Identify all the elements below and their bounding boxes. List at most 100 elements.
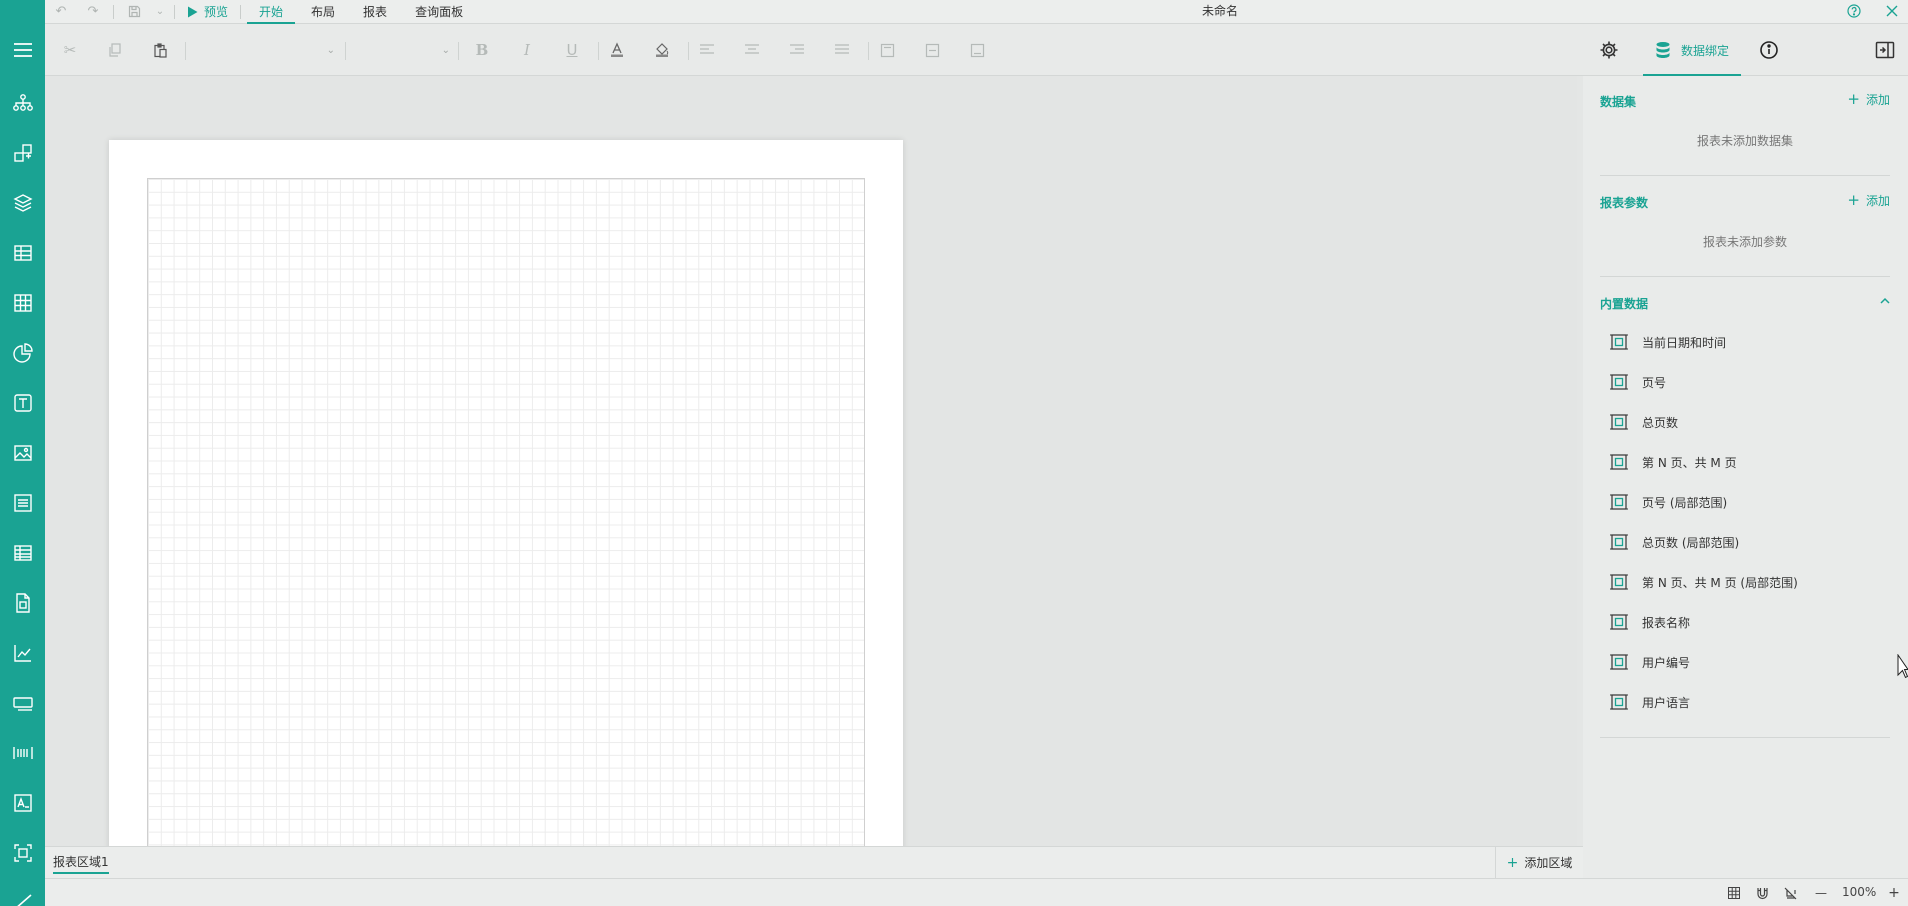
barcode-icon[interactable] <box>0 733 45 773</box>
report-area-bar: 报表区域1 + 添加区域 <box>45 846 1583 878</box>
components-icon[interactable] <box>0 133 45 173</box>
copy-icon[interactable] <box>103 38 127 62</box>
text-icon[interactable] <box>0 383 45 423</box>
builtin-item[interactable]: 当前日期和时间 <box>1610 332 1726 352</box>
builtin-data-title: 内置数据 <box>1600 297 1649 311</box>
builtin-item-label: 第 N 页、共 M 页 <box>1642 455 1737 470</box>
builtin-item[interactable]: 页号 <box>1610 372 1666 392</box>
line-icon[interactable] <box>0 880 45 906</box>
subreport-icon[interactable] <box>0 583 45 623</box>
add-parameter-label: 添加 <box>1865 193 1890 208</box>
zoom-in-icon[interactable]: + <box>1885 885 1903 901</box>
builtin-item[interactable]: 用户编号 <box>1610 652 1690 672</box>
font-family-select[interactable]: ⌄ <box>195 38 335 62</box>
cut-icon[interactable]: ✂ <box>58 38 82 62</box>
italic-icon[interactable]: I <box>515 38 539 62</box>
valign-top-icon[interactable] <box>875 38 899 62</box>
align-justify-icon[interactable] <box>830 38 854 62</box>
list-icon[interactable] <box>0 483 45 523</box>
builtin-item[interactable]: 用户语言 <box>1610 692 1690 712</box>
chevron-down-icon[interactable]: ⌄ <box>150 0 170 24</box>
align-center-icon[interactable] <box>740 38 764 62</box>
report-page[interactable] <box>109 140 903 846</box>
fill-color-icon[interactable] <box>650 38 674 62</box>
collapse-panel-icon[interactable] <box>1873 38 1897 62</box>
redo-icon[interactable]: ↷ <box>77 0 109 24</box>
add-dataset-button[interactable]: + 添加 <box>1847 90 1890 108</box>
image-icon[interactable] <box>0 433 45 473</box>
paste-icon[interactable] <box>148 38 172 62</box>
line-chart-icon[interactable] <box>0 633 45 673</box>
menu-bar: ↶ ↷ ⌄ 预览 开始 布局 报表 查询面板 未命名 <box>45 0 1908 24</box>
undo-icon[interactable]: ↶ <box>45 0 77 24</box>
align-right-icon[interactable] <box>785 38 809 62</box>
tab-layout[interactable]: 布局 <box>297 0 349 24</box>
parameters-empty-text: 报表未添加参数 <box>1702 235 1787 249</box>
tab-start[interactable]: 开始 <box>245 0 297 24</box>
builtin-item-label: 第 N 页、共 M 页 (局部范围) <box>1642 575 1798 590</box>
valign-middle-icon[interactable] <box>920 38 944 62</box>
field-icon <box>1610 654 1628 670</box>
field-icon <box>1610 614 1628 630</box>
builtin-item-label: 用户语言 <box>1642 695 1691 710</box>
menu-icon[interactable] <box>0 30 45 70</box>
chevron-down-icon: ⌄ <box>326 44 335 56</box>
page-body-grid[interactable] <box>147 178 865 846</box>
add-area-button[interactable]: + 添加区域 <box>1495 847 1583 878</box>
underline-icon[interactable]: U <box>560 38 584 62</box>
snap-off-icon[interactable] <box>1781 885 1799 901</box>
info-icon[interactable] <box>1757 38 1781 62</box>
grid-icon[interactable] <box>0 283 45 323</box>
design-canvas[interactable] <box>45 76 1577 846</box>
divider <box>185 42 186 60</box>
tablix-icon[interactable] <box>0 533 45 573</box>
tab-report[interactable]: 报表 <box>349 0 401 24</box>
container-icon[interactable] <box>0 833 45 873</box>
builtin-item[interactable]: 总页数 <box>1610 412 1678 432</box>
field-icon <box>1610 374 1628 390</box>
tree-icon[interactable] <box>0 83 45 123</box>
pie-chart-icon[interactable] <box>0 333 45 373</box>
add-parameter-button[interactable]: + 添加 <box>1847 191 1890 209</box>
builtin-item[interactable]: 报表名称 <box>1610 612 1690 632</box>
gear-icon[interactable] <box>1597 38 1621 62</box>
table-icon[interactable] <box>0 233 45 273</box>
input-icon[interactable] <box>0 683 45 723</box>
zoom-out-icon[interactable]: — <box>1812 885 1830 901</box>
grid-toggle-icon[interactable] <box>1725 885 1743 901</box>
builtin-item[interactable]: 第 N 页、共 M 页 (局部范围) <box>1610 572 1798 592</box>
divider <box>174 4 175 19</box>
textbox-icon[interactable] <box>0 783 45 823</box>
field-icon <box>1610 574 1628 590</box>
help-icon[interactable] <box>1842 0 1866 22</box>
builtin-item-label: 当前日期和时间 <box>1642 335 1727 350</box>
divider <box>458 42 459 60</box>
preview-button[interactable]: 预览 <box>179 3 236 20</box>
tab-query-panel[interactable]: 查询面板 <box>401 0 477 24</box>
valign-bottom-icon[interactable] <box>965 38 989 62</box>
font-color-icon[interactable] <box>605 38 629 62</box>
data-binding-panel: 数据集 + 添加 报表未添加数据集 报表参数 + 添加 报表未添加参数 内置数据… <box>1583 76 1908 878</box>
add-dataset-label: 添加 <box>1865 92 1890 107</box>
align-left-icon[interactable] <box>695 38 719 62</box>
data-binding-label: 数据绑定 <box>1681 43 1730 58</box>
font-size-select[interactable]: ⌄ <box>350 38 450 62</box>
tab-report-area-1[interactable]: 报表区域1 <box>53 851 109 874</box>
database-icon <box>1656 42 1670 58</box>
divider <box>345 42 346 60</box>
chevron-down-icon: ⌄ <box>441 44 450 56</box>
builtin-item[interactable]: 页号 (局部范围) <box>1610 492 1727 512</box>
snap-icon[interactable] <box>1753 885 1771 901</box>
builtin-item[interactable]: 第 N 页、共 M 页 <box>1610 452 1737 472</box>
builtin-item[interactable]: 总页数 (局部范围) <box>1610 532 1739 552</box>
layers-icon[interactable] <box>0 183 45 223</box>
divider <box>1600 276 1890 277</box>
bold-icon[interactable]: B <box>470 38 494 62</box>
preview-label: 预览 <box>204 5 229 19</box>
close-icon[interactable] <box>1880 0 1904 22</box>
save-icon[interactable] <box>118 0 150 24</box>
tab-data-binding[interactable]: 数据绑定 <box>1643 24 1741 76</box>
field-icon <box>1610 694 1628 710</box>
chevron-up-icon[interactable] <box>1880 294 1890 308</box>
field-icon <box>1610 494 1628 510</box>
